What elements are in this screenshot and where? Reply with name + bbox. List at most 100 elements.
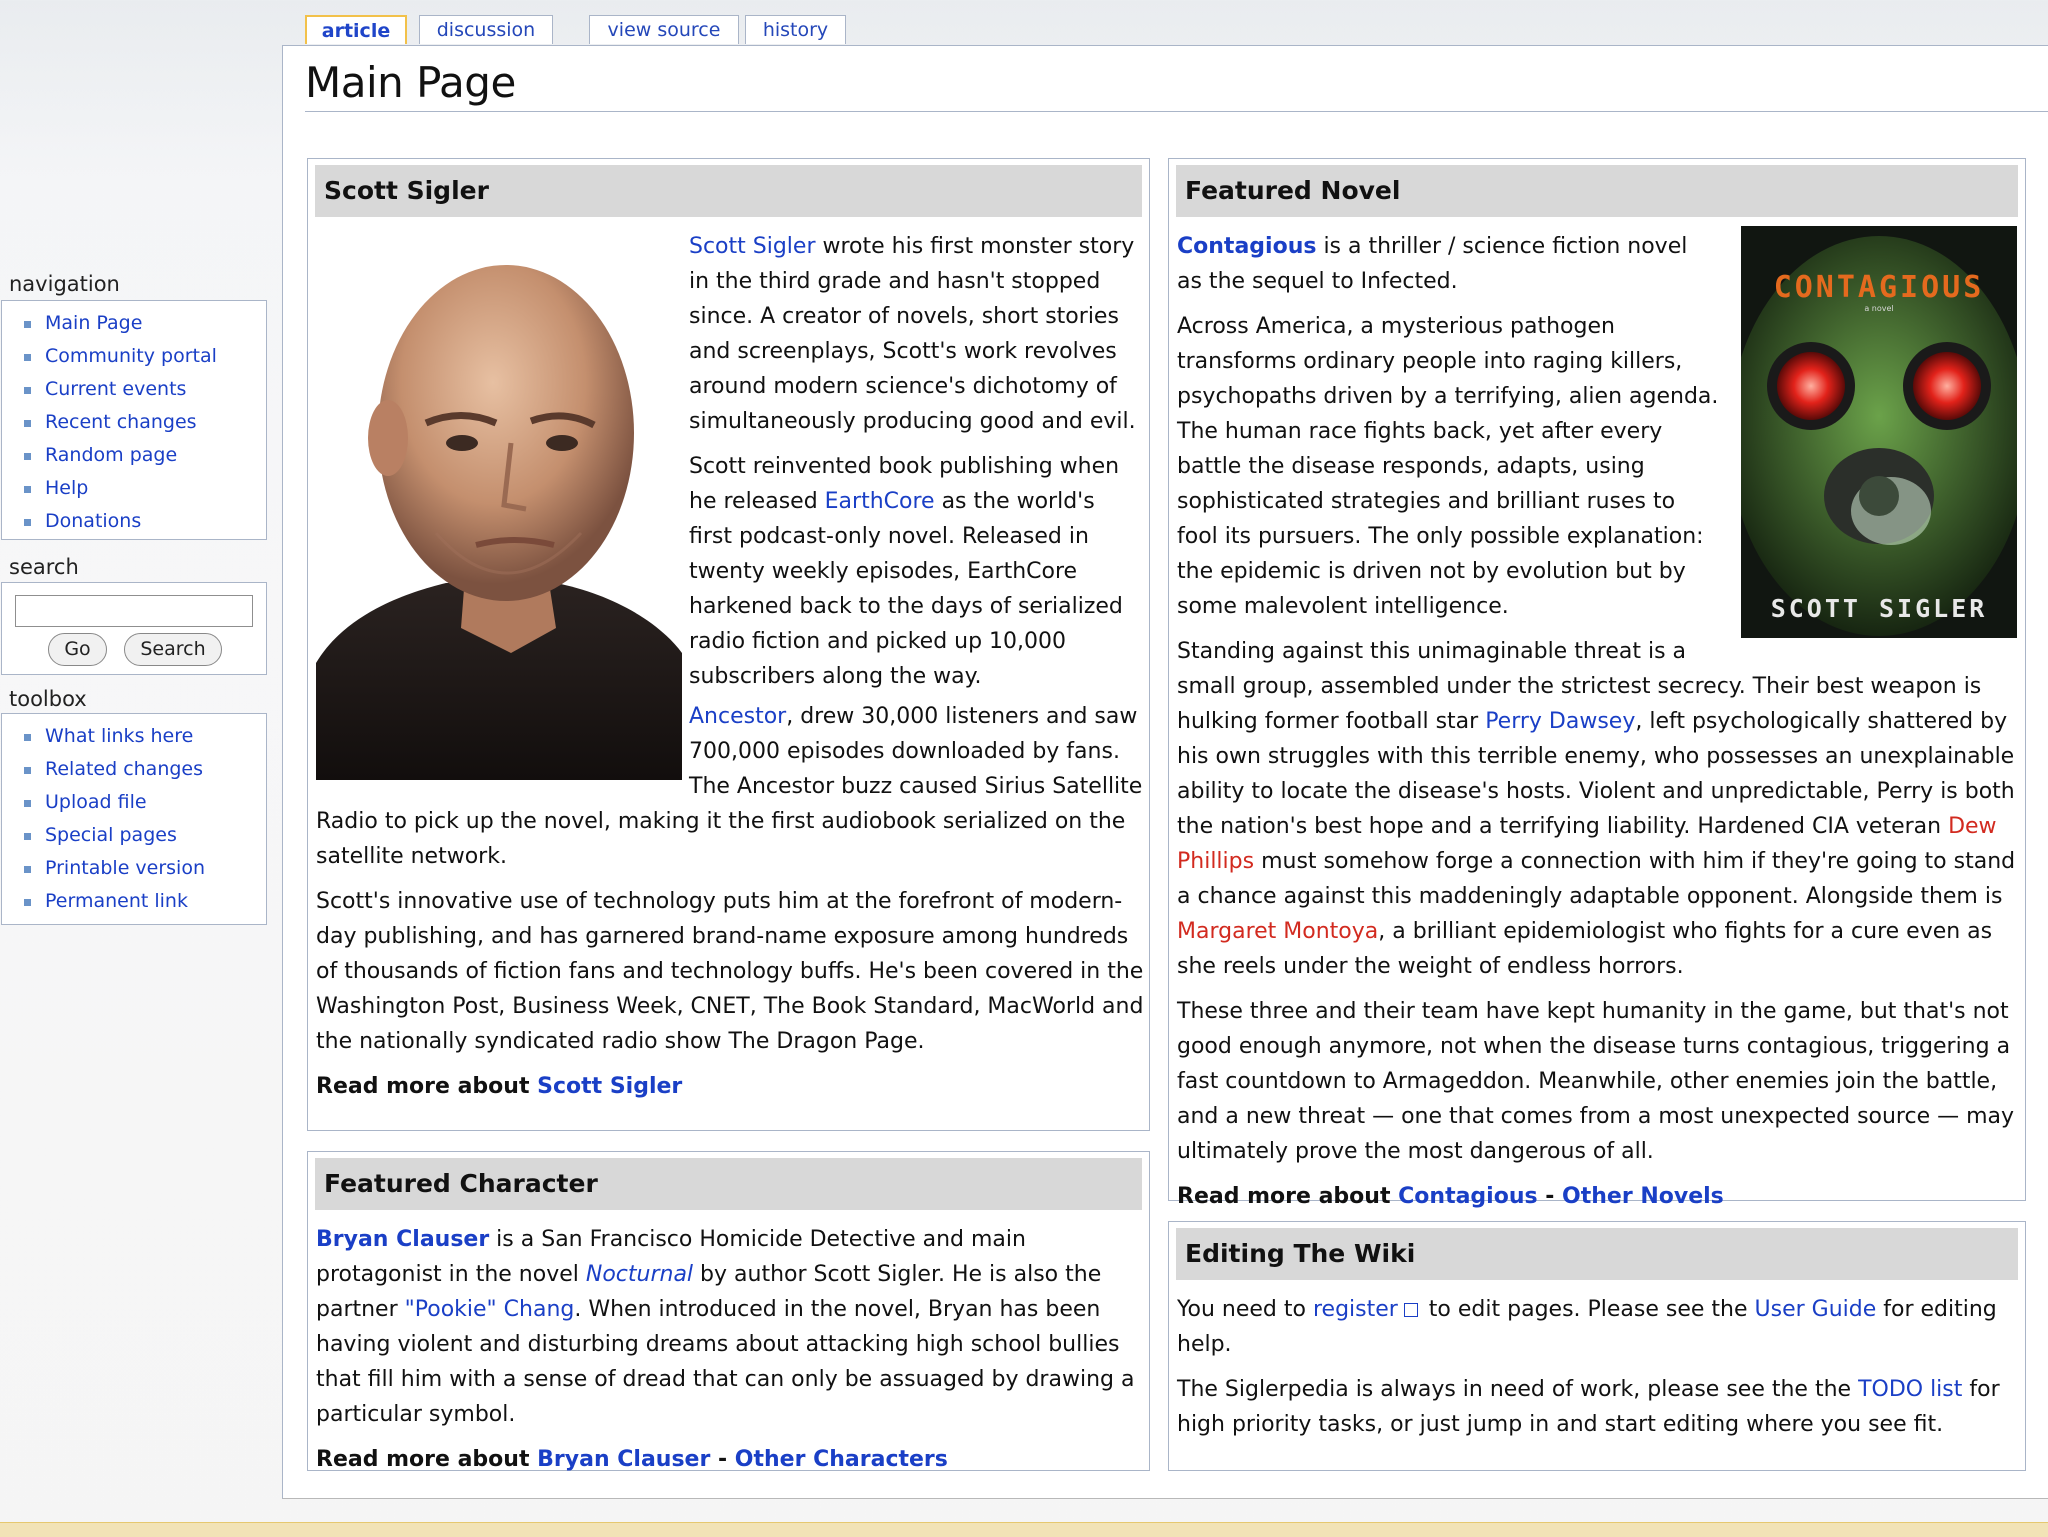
character-paragraph: Bryan Clauser is a San Francisco Homicid… <box>316 1222 1144 1432</box>
bullet-icon <box>24 420 31 427</box>
read-more-contagious-link[interactable]: Contagious <box>1398 1184 1537 1209</box>
scott-sigler-portrait <box>316 233 682 780</box>
user-guide-link[interactable]: User Guide <box>1755 1297 1877 1322</box>
featured-novel-text: Contagious is a thriller / science ficti… <box>1177 229 2019 1224</box>
nav-item-community-portal[interactable]: Community portal <box>2 340 266 373</box>
bullet-icon <box>24 453 31 460</box>
novel-read-more: Read more about Contagious - Other Novel… <box>1177 1179 2019 1214</box>
earthcore-link[interactable]: EarthCore <box>825 489 935 514</box>
toolbox-item-related-changes[interactable]: Related changes <box>2 753 266 786</box>
status-bar <box>0 1522 2048 1537</box>
bullet-icon <box>24 321 31 328</box>
toolbox-item-permanent-link[interactable]: Permanent link <box>2 885 266 918</box>
scott-sigler-link[interactable]: Scott Sigler <box>689 234 816 259</box>
search-title: search <box>9 555 79 579</box>
register-link[interactable]: register <box>1313 1297 1398 1322</box>
content-area: Main Page Scott Sigler Scott Sigler wrot… <box>282 45 2048 1499</box>
scott-sigler-box: Scott Sigler Scott Sigler wrote his firs… <box>307 158 1150 1131</box>
editing-wiki-box: Editing The Wiki You need to register to… <box>1168 1221 2026 1471</box>
featured-character-box: Featured Character Bryan Clauser is a Sa… <box>307 1151 1150 1472</box>
novel-paragraph-3: Standing against this unimaginable threa… <box>1177 634 2019 984</box>
external-link-icon <box>1403 1303 1418 1317</box>
separator: - <box>710 1447 735 1472</box>
text: wrote his first monster story in the thi… <box>689 234 1136 434</box>
nav-item-recent-changes[interactable]: Recent changes <box>2 406 266 439</box>
go-button[interactable]: Go <box>48 633 107 666</box>
read-more-label: Read more about <box>1177 1184 1399 1209</box>
text: You need to <box>1177 1297 1313 1322</box>
nocturnal-link[interactable]: Nocturnal <box>586 1262 693 1287</box>
toolbox-link[interactable]: Upload file <box>45 791 147 813</box>
ancestor-link[interactable]: Ancestor <box>689 704 786 729</box>
nav-link[interactable]: Recent changes <box>45 411 197 433</box>
separator: - <box>1537 1184 1563 1209</box>
bullet-icon <box>24 866 31 873</box>
text: to edit pages. Please see the <box>1421 1297 1755 1322</box>
nav-link[interactable]: Random page <box>45 444 177 466</box>
toolbox-link[interactable]: What links here <box>45 725 193 747</box>
navigation-portlet: Main Page Community portal Current event… <box>1 300 267 540</box>
read-more-scott-sigler-link[interactable]: Scott Sigler <box>537 1074 682 1099</box>
toolbox-title: toolbox <box>9 687 87 711</box>
read-more-label: Read more about <box>316 1447 538 1472</box>
nav-link[interactable]: Current events <box>45 378 186 400</box>
tab-history[interactable]: history <box>745 15 846 44</box>
bullet-icon <box>24 767 31 774</box>
editing-paragraph-2: The Siglerpedia is always in need of wor… <box>1177 1372 2019 1442</box>
pookie-chang-link[interactable]: "Pookie" Chang <box>405 1297 575 1322</box>
scott-paragraph-3-container: Ancestor, drew 30,000 listeners and saw … <box>316 699 1144 1114</box>
read-more-label: Read more about <box>316 1074 538 1099</box>
scott-paragraph-2: Scott reinvented book publishing when he… <box>689 449 1144 694</box>
featured-novel-header: Featured Novel <box>1176 165 2018 217</box>
todo-list-link[interactable]: TODO list <box>1858 1377 1962 1402</box>
nav-item-main-page[interactable]: Main Page <box>2 307 266 340</box>
toolbox-link[interactable]: Special pages <box>45 824 177 846</box>
toolbox-link[interactable]: Printable version <box>45 857 205 879</box>
search-input[interactable] <box>15 595 253 627</box>
nav-link[interactable]: Community portal <box>45 345 217 367</box>
featured-character-header: Featured Character <box>315 1158 1142 1210</box>
toolbox-item-printable-version[interactable]: Printable version <box>2 852 266 885</box>
editing-paragraph-1: You need to register to edit pages. Plea… <box>1177 1292 2019 1362</box>
featured-novel-box: Featured Novel CONTAGIOUS a novel SCOTT … <box>1168 158 2026 1209</box>
bullet-icon <box>24 387 31 394</box>
nav-link[interactable]: Help <box>45 477 88 499</box>
bullet-icon <box>24 800 31 807</box>
tab-article[interactable]: article <box>305 15 407 44</box>
toolbox-link[interactable]: Permanent link <box>45 890 188 912</box>
toolbox-portlet: What links here Related changes Upload f… <box>1 713 267 925</box>
scott-intro-text: Scott Sigler wrote his first monster sto… <box>689 229 1144 704</box>
nav-item-donations[interactable]: Donations <box>2 505 266 538</box>
toolbox-item-upload-file[interactable]: Upload file <box>2 786 266 819</box>
character-read-more: Read more about Bryan Clauser - Other Ch… <box>316 1442 1144 1477</box>
search-button[interactable]: Search <box>124 633 222 666</box>
navigation-title: navigation <box>9 272 120 296</box>
bullet-icon <box>24 899 31 906</box>
cover-float-spacer <box>1719 229 2019 644</box>
tab-discussion[interactable]: discussion <box>419 15 553 44</box>
bullet-icon <box>24 354 31 361</box>
bullet-icon <box>24 519 31 526</box>
contagious-link[interactable]: Contagious <box>1177 234 1316 259</box>
novel-paragraph-4: These three and their team have kept hum… <box>1177 999 2015 1164</box>
other-novels-link[interactable]: Other Novels <box>1562 1184 1724 1209</box>
toolbox-item-what-links-here[interactable]: What links here <box>2 720 266 753</box>
bullet-icon <box>24 486 31 493</box>
toolbox-link[interactable]: Related changes <box>45 758 203 780</box>
nav-item-help[interactable]: Help <box>2 472 266 505</box>
featured-character-text: Bryan Clauser is a San Francisco Homicid… <box>316 1222 1144 1487</box>
editing-wiki-header: Editing The Wiki <box>1176 1228 2018 1280</box>
tab-view-source[interactable]: view source <box>589 15 739 44</box>
nav-link[interactable]: Donations <box>45 510 141 532</box>
other-characters-link[interactable]: Other Characters <box>735 1447 948 1472</box>
scott-read-more: Read more about Scott Sigler <box>316 1069 1144 1104</box>
bryan-clauser-link[interactable]: Bryan Clauser <box>316 1227 489 1252</box>
toolbox-item-special-pages[interactable]: Special pages <box>2 819 266 852</box>
nav-link[interactable]: Main Page <box>45 312 142 334</box>
editing-wiki-text: You need to register to edit pages. Plea… <box>1177 1292 2019 1452</box>
perry-dawsey-link[interactable]: Perry Dawsey <box>1485 709 1635 734</box>
nav-item-random-page[interactable]: Random page <box>2 439 266 472</box>
read-more-bryan-clauser-link[interactable]: Bryan Clauser <box>537 1447 710 1472</box>
nav-item-current-events[interactable]: Current events <box>2 373 266 406</box>
margaret-montoya-link[interactable]: Margaret Montoya <box>1177 919 1378 944</box>
